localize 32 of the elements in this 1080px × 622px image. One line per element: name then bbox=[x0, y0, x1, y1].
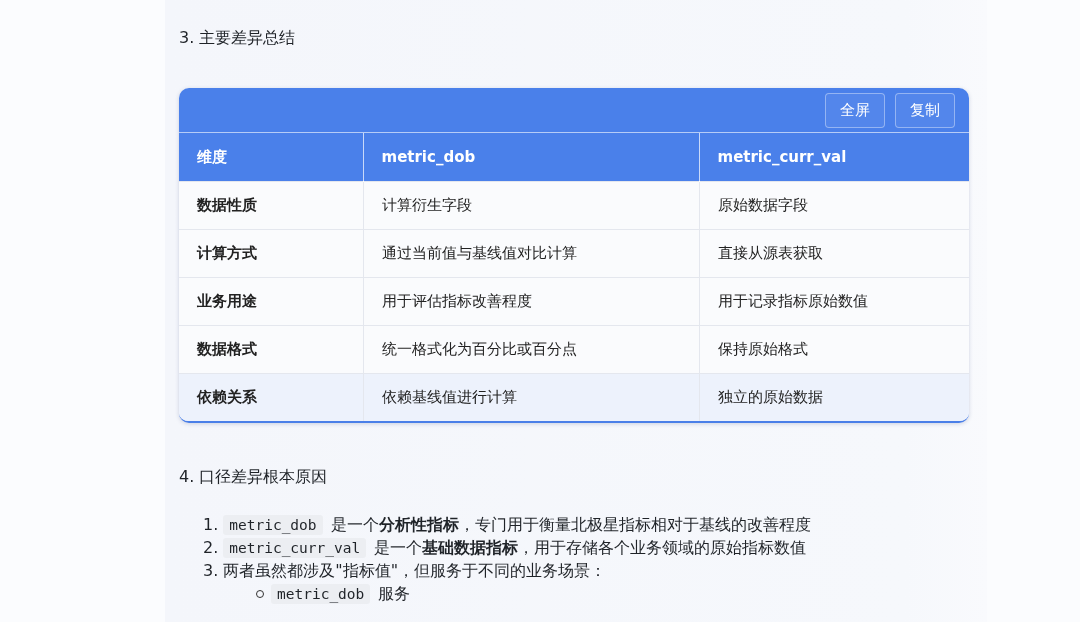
table-cell: 依赖关系 bbox=[179, 373, 363, 421]
table-cell: 用于记录指标原始数值 bbox=[699, 277, 969, 325]
section-heading: 4. 口径差异根本原因 bbox=[179, 467, 328, 487]
inline-code: metric_curr_val bbox=[223, 537, 367, 558]
column-header: metric_curr_val bbox=[699, 133, 969, 181]
inline-code: metric_dob bbox=[223, 514, 323, 535]
list-number: 3. bbox=[203, 560, 219, 582]
table-cell: 依赖基线值进行计算 bbox=[363, 373, 699, 421]
list-item-text: 是一个分析性指标，专门用于衡量北极星指标相对于基线的改善程度 bbox=[330, 514, 811, 536]
table-cell: 统一格式化为百分比或百分点 bbox=[363, 325, 699, 373]
inline-code: metric_dob bbox=[271, 583, 371, 604]
table-cell: 保持原始格式 bbox=[699, 325, 969, 373]
table-cell: 计算方式 bbox=[179, 229, 363, 277]
list-number: 2. bbox=[203, 537, 219, 559]
table-cell: 数据格式 bbox=[179, 325, 363, 373]
table-cell: 计算衍生字段 bbox=[363, 181, 699, 229]
table-cell: 用于评估指标改善程度 bbox=[363, 277, 699, 325]
table-cell: 独立的原始数据 bbox=[699, 373, 969, 421]
table-cell: 直接从源表获取 bbox=[699, 229, 969, 277]
toolbar-button[interactable]: 全屏 bbox=[825, 92, 885, 128]
list-number: 1. bbox=[203, 514, 219, 536]
table-cell: 数据性质 bbox=[179, 181, 363, 229]
list-item-text: 服务 bbox=[378, 583, 411, 605]
table-cell: 通过当前值与基线值对比计算 bbox=[363, 229, 699, 277]
column-header: metric_dob bbox=[363, 133, 699, 181]
list-item-text: 两者虽然都涉及"指标值"，但服务于不同的业务场景： bbox=[223, 560, 606, 582]
column-header: 维度 bbox=[179, 133, 363, 181]
section-heading: 3. 主要差异总结 bbox=[179, 28, 296, 48]
list-item-text: 是一个基础数据指标，用于存储各个业务领域的原始指标数值 bbox=[374, 537, 807, 559]
toolbar-button[interactable]: 复制 bbox=[895, 92, 955, 128]
table-cell: 原始数据字段 bbox=[699, 181, 969, 229]
table-cell: 业务用途 bbox=[179, 277, 363, 325]
